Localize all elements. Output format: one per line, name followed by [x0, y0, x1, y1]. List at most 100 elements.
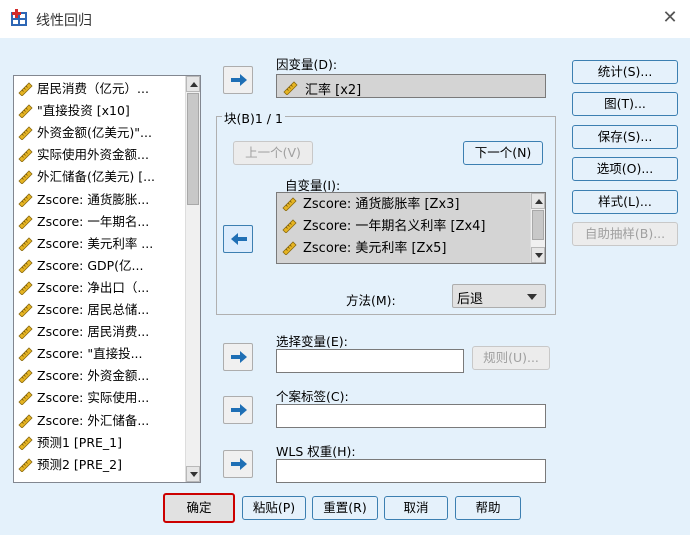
chevron-down-icon [527, 294, 537, 300]
rule-button[interactable]: 规则(U)... [472, 346, 550, 370]
variable-list-item[interactable]: Zscore: 一年期名... [18, 212, 149, 232]
ruler-icon [18, 235, 34, 252]
reset-button[interactable]: 重置(R) [312, 496, 378, 520]
variable-list-item[interactable]: 外资金额(亿美元)"... [18, 123, 152, 143]
options-button[interactable]: 选项(O)... [572, 157, 678, 181]
selection-field[interactable] [276, 349, 464, 373]
bootstrap-button[interactable]: 自助抽样(B)... [572, 222, 678, 246]
independents-scrollbar[interactable] [530, 193, 545, 263]
move-to-selection-button[interactable] [223, 343, 253, 371]
variable-name: Zscore: 外汇储备... [37, 412, 150, 428]
ruler-icon [18, 257, 34, 274]
block-label: 块(B)1 / 1 [222, 108, 285, 127]
ruler-icon [282, 239, 298, 256]
ruler-icon [18, 279, 34, 296]
wls-label: WLS 权重(H): [276, 444, 356, 459]
cancel-button[interactable]: 取消 [384, 496, 448, 520]
paste-button[interactable]: 粘贴(P) [242, 496, 306, 520]
variable-name: Zscore: 居民总储... [37, 302, 150, 317]
selection-label: 选择变量(E): [276, 334, 348, 349]
arrow-right-icon [231, 404, 247, 416]
independent-name: Zscore: 美元利率 [Zx5] [303, 241, 447, 256]
variable-name: Zscore: "直接投... [37, 346, 143, 362]
scroll-up-button[interactable] [186, 76, 200, 92]
method-value: 后退 [457, 292, 484, 307]
ruler-icon [282, 195, 298, 212]
scroll-up-button[interactable] [531, 193, 545, 209]
source-variable-list[interactable]: 预测2 [PRE_2] 预测1 [PRE_1] Zscore: 外汇储备... Zsc… [13, 75, 201, 483]
variable-name: 预测2 [PRE_2] [37, 456, 123, 472]
variable-list-item[interactable]: Zscore: 外资金额... [18, 366, 149, 386]
variable-list-item[interactable]: Zscore: 居民消费... [18, 322, 149, 342]
help-button[interactable]: 帮助 [455, 496, 521, 520]
move-to-dependent-button[interactable] [223, 66, 253, 94]
variable-list-item[interactable]: Zscore: 实际使用... [18, 388, 149, 408]
variable-name: "直接投资 [x10] [37, 103, 130, 119]
variable-name: 预测1 [PRE_1] [37, 434, 123, 450]
variable-name: Zscore: 净出口（... [37, 279, 150, 295]
variable-list-item[interactable]: 预测1 [PRE_1] [18, 433, 122, 453]
ok-button[interactable]: 确定 [163, 493, 235, 523]
ruler-icon [18, 168, 34, 185]
variable-list-item[interactable]: Zscore: "直接投... [18, 344, 143, 364]
variable-name: Zscore: 实际使用... [37, 390, 150, 406]
variable-list-item[interactable]: "直接投资 [x10] [18, 101, 130, 121]
plots-button[interactable]: 图(T)... [572, 92, 678, 116]
variable-list-item[interactable]: Zscore: 通货膨胀... [18, 190, 149, 210]
window-title: 线性回归 [36, 13, 92, 29]
ruler-icon [18, 412, 34, 429]
variable-list-item[interactable]: 实际使用外资金额... [18, 145, 149, 165]
variable-name: 外资金额(亿美元)"... [37, 125, 152, 141]
variable-list-item[interactable]: Zscore: 净出口（... [18, 278, 149, 298]
scroll-thumb[interactable] [187, 93, 199, 205]
move-to-case-label-button[interactable] [223, 396, 253, 424]
arrow-right-icon [231, 74, 247, 86]
scroll-down-button[interactable] [531, 247, 545, 263]
ruler-icon [18, 102, 34, 119]
arrow-right-icon [231, 458, 247, 470]
arrow-right-icon [231, 351, 247, 363]
next-block-button[interactable]: 下一个(N) [463, 141, 543, 165]
variable-name: Zscore: 一年期名... [37, 213, 150, 229]
variable-name: Zscore: 外资金额... [37, 368, 150, 384]
variable-list-item[interactable]: 外汇储备(亿美元) [... [18, 167, 155, 187]
variable-list-item[interactable]: 居民消费（亿元）... [18, 79, 149, 99]
independents-list[interactable]: Zscore: 美元利率 [Zx5] Zscore: 一年期名义利率 [Zx4] Z… [276, 192, 546, 264]
ruler-icon [18, 389, 34, 406]
independent-list-item[interactable]: Zscore: 通货膨胀率 [Zx3] [282, 194, 460, 216]
variable-list-item[interactable]: Zscore: GDP(亿... [18, 256, 143, 276]
previous-block-button[interactable]: 上一个(V) [233, 141, 313, 165]
title-bar [0, 0, 690, 38]
scroll-thumb[interactable] [532, 210, 544, 240]
dependent-field[interactable]: 汇率 [x2] [276, 74, 546, 98]
ruler-icon [18, 367, 34, 384]
variable-list-item[interactable]: Zscore: 居民总储... [18, 300, 149, 320]
scroll-down-button[interactable] [186, 466, 200, 482]
variable-list-item[interactable]: Zscore: 美元利率 ... [18, 234, 153, 254]
statistics-button[interactable]: 统计(S)... [572, 60, 678, 84]
variable-name: Zscore: GDP(亿... [37, 257, 144, 273]
style-button[interactable]: 样式(L)... [572, 190, 678, 214]
variable-name: 外汇储备(亿美元) [... [37, 169, 156, 185]
variable-list-item[interactable]: Zscore: 外汇储备... [18, 411, 149, 431]
close-icon[interactable]: ✕ [660, 6, 680, 30]
independent-list-item[interactable]: Zscore: 美元利率 [Zx5] [282, 238, 447, 260]
method-select[interactable]: 后退 [452, 284, 546, 308]
ruler-icon [18, 323, 34, 340]
ruler-icon [18, 213, 34, 230]
dependent-value: 汇率 [x2] [305, 83, 362, 98]
case-label-field[interactable] [276, 404, 546, 428]
independent-list-item[interactable]: Zscore: 一年期名义利率 [Zx4] [282, 216, 486, 238]
variable-name: Zscore: 通货膨胀... [37, 191, 150, 207]
variable-name: Zscore: 居民消费... [37, 324, 150, 340]
ruler-icon [18, 434, 34, 451]
ruler-icon [283, 79, 299, 98]
variable-list-item[interactable]: 预测2 [PRE_2] [18, 455, 122, 475]
list-scrollbar[interactable] [185, 76, 200, 482]
move-to-wls-button[interactable] [223, 450, 253, 478]
case-label-label: 个案标签(C): [276, 389, 349, 404]
save-button[interactable]: 保存(S)... [572, 125, 678, 149]
ruler-icon [18, 146, 34, 163]
dependent-label: 因变量(D): [276, 57, 338, 72]
wls-field[interactable] [276, 459, 546, 483]
